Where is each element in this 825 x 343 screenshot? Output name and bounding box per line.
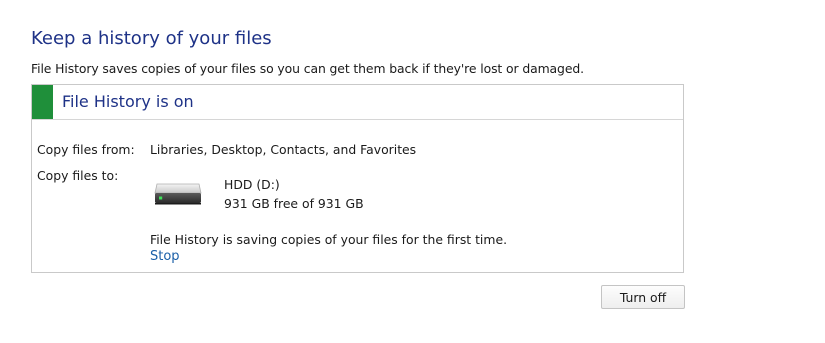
stop-link[interactable]: Stop xyxy=(150,249,180,264)
status-indicator-bar xyxy=(32,85,53,119)
copy-from-label: Copy files from: xyxy=(37,142,135,157)
drive-name: HDD (D:) xyxy=(224,177,280,192)
page-description: File History saves copies of your files … xyxy=(31,61,584,76)
status-title: File History is on xyxy=(62,92,194,111)
file-history-status-panel: File History is on Copy files from: Libr… xyxy=(31,84,684,273)
copy-to-label: Copy files to: xyxy=(37,168,119,183)
hard-drive-icon xyxy=(153,181,203,207)
progress-message: File History is saving copies of your fi… xyxy=(150,232,508,247)
turn-off-button[interactable]: Turn off xyxy=(601,285,685,309)
drive-free-space: 931 GB free of 931 GB xyxy=(224,196,364,211)
copy-from-value: Libraries, Desktop, Contacts, and Favori… xyxy=(150,142,417,157)
status-header: File History is on xyxy=(32,85,683,120)
page-title: Keep a history of your files xyxy=(31,28,272,49)
